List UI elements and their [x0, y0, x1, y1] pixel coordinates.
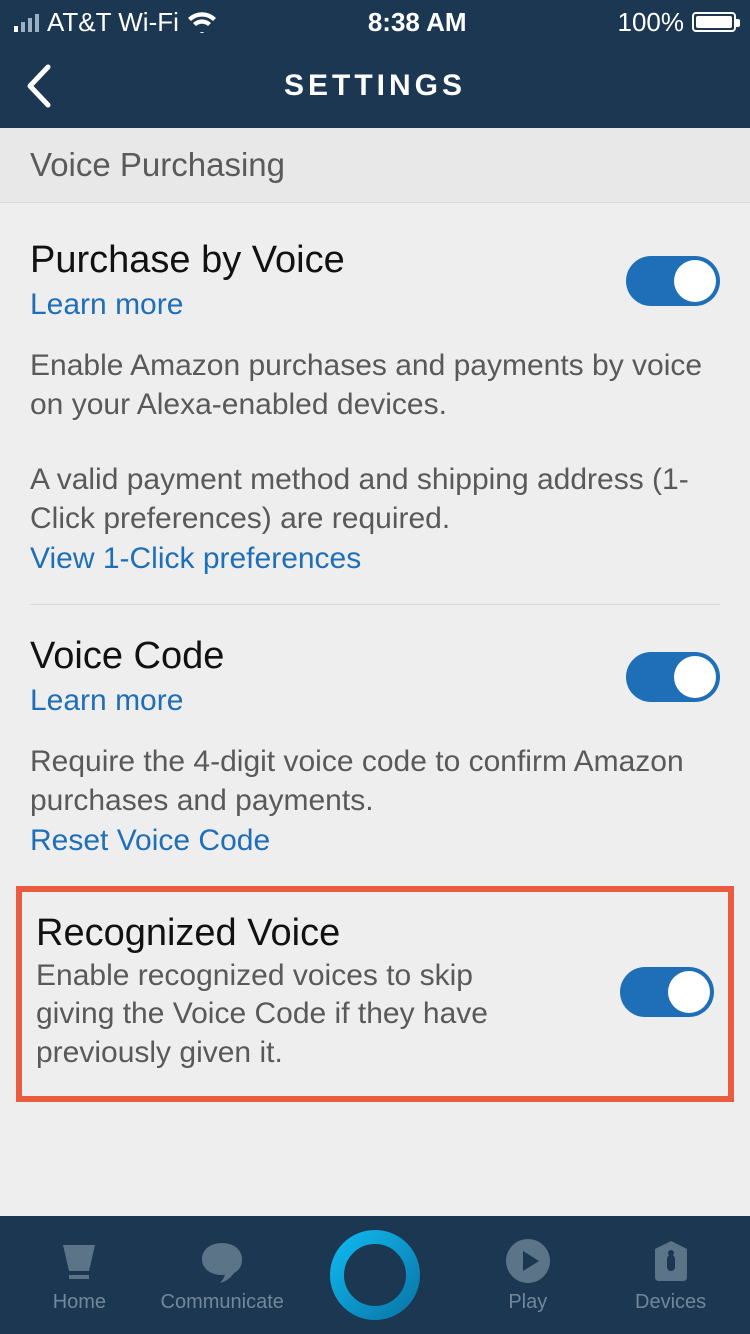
- page-title: SETTINGS: [284, 69, 466, 103]
- signal-icon: [14, 12, 39, 32]
- voice-code-block: Voice Code Learn more Require the 4-digi…: [0, 605, 750, 886]
- status-left: AT&T Wi-Fi: [14, 7, 217, 38]
- purchase-requirement: A valid payment method and shipping addr…: [30, 460, 720, 538]
- tab-bar: Home Communicate Play: [0, 1216, 750, 1334]
- voice-code-toggle[interactable]: [626, 652, 720, 702]
- carrier-label: AT&T Wi-Fi: [47, 7, 179, 38]
- recognized-voice-title: Recognized Voice: [36, 912, 556, 955]
- tab-play-label: Play: [508, 1291, 547, 1314]
- purchase-title: Purchase by Voice: [30, 239, 345, 282]
- section-header: Voice Purchasing: [0, 128, 750, 203]
- recognized-voice-row: Recognized Voice Enable recognized voice…: [36, 912, 714, 1072]
- nav-bar: SETTINGS: [0, 44, 750, 128]
- tab-devices-label: Devices: [635, 1291, 706, 1314]
- battery-percent-label: 100%: [617, 7, 684, 38]
- wifi-icon: [187, 11, 217, 33]
- voice-code-description: Require the 4-digit voice code to confir…: [30, 742, 720, 820]
- one-click-prefs-link[interactable]: View 1-Click preferences: [30, 542, 361, 576]
- purchase-row: Purchase by Voice Learn more: [30, 239, 720, 322]
- voice-code-title: Voice Code: [30, 635, 224, 678]
- status-right: 100%: [617, 7, 736, 38]
- settings-content: Purchase by Voice Learn more Enable Amaz…: [0, 203, 750, 1102]
- recognized-voice-block: Recognized Voice Enable recognized voice…: [16, 886, 734, 1102]
- tab-devices[interactable]: Devices: [611, 1237, 731, 1314]
- reset-voice-code-link[interactable]: Reset Voice Code: [30, 824, 270, 858]
- battery-icon: [692, 12, 736, 32]
- alexa-ring-icon: [329, 1229, 421, 1321]
- tab-home-label: Home: [53, 1291, 106, 1314]
- tab-communicate-label: Communicate: [161, 1291, 284, 1314]
- back-button[interactable]: [24, 44, 52, 128]
- recognized-voice-description: Enable recognized voices to skip giving …: [36, 957, 556, 1072]
- purchase-learn-more-link[interactable]: Learn more: [30, 288, 183, 322]
- purchase-by-voice-block: Purchase by Voice Learn more Enable Amaz…: [0, 203, 750, 604]
- voice-code-row: Voice Code Learn more: [30, 635, 720, 718]
- purchase-toggle[interactable]: [626, 256, 720, 306]
- tab-play[interactable]: Play: [468, 1237, 588, 1314]
- status-bar: AT&T Wi-Fi 8:38 AM 100%: [0, 0, 750, 44]
- clock-label: 8:38 AM: [368, 7, 467, 38]
- purchase-description: Enable Amazon purchases and payments by …: [30, 346, 720, 424]
- tab-communicate[interactable]: Communicate: [162, 1237, 282, 1314]
- tab-home[interactable]: Home: [19, 1237, 139, 1314]
- recognized-voice-toggle[interactable]: [620, 967, 714, 1017]
- voice-code-learn-more-link[interactable]: Learn more: [30, 684, 183, 718]
- tab-alexa[interactable]: [305, 1229, 445, 1321]
